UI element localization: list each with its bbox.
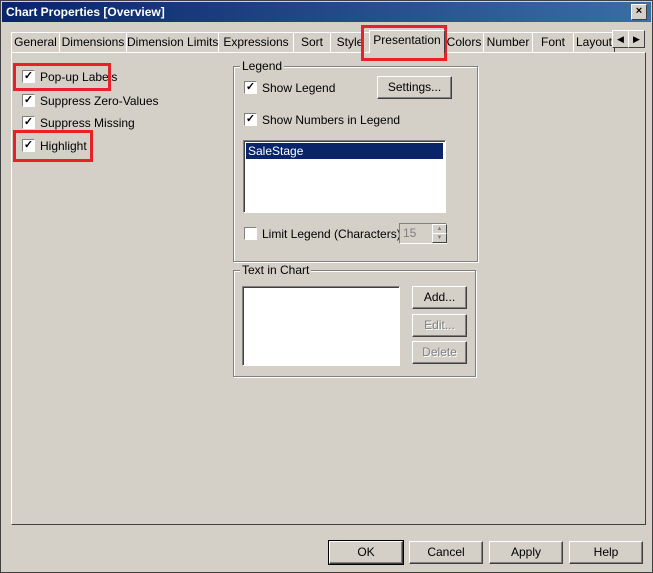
suppress-missing-checkbox[interactable]: ✓ [22, 116, 35, 130]
suppress-zero-values-checkbox[interactable]: ✓ [22, 94, 35, 108]
tab-dimension-limits[interactable]: Dimension Limits [126, 32, 219, 52]
stepper-down-icon[interactable]: ▼ [432, 233, 447, 243]
show-legend-option[interactable]: ✓ Show Legend [244, 80, 335, 96]
ok-button[interactable]: OK [328, 540, 404, 565]
tab-layout[interactable]: Layout [573, 32, 615, 52]
limit-legend-checkbox[interactable] [244, 227, 257, 241]
popup-labels-highlight [13, 63, 111, 91]
limit-legend-option[interactable]: Limit Legend (Characters) [244, 226, 401, 242]
tab-general[interactable]: General [11, 32, 60, 52]
show-numbers-in-legend-checkbox[interactable]: ✓ [244, 113, 257, 127]
text-in-chart-group-title: Text in Chart [240, 263, 312, 277]
highlight-option-highlight [13, 130, 93, 162]
text-in-chart-list[interactable] [242, 286, 400, 366]
show-legend-checkbox[interactable]: ✓ [244, 81, 257, 95]
suppress-missing-option[interactable]: ✓ Suppress Missing [22, 115, 135, 131]
help-button[interactable]: Help [569, 541, 643, 564]
tab-scroll-left-icon[interactable]: ◀ [612, 30, 629, 48]
limit-legend-value: 15 [403, 226, 417, 240]
tab-font[interactable]: Font [532, 32, 574, 52]
tab-expressions[interactable]: Expressions [218, 32, 294, 52]
limit-legend-label: Limit Legend (Characters) [262, 226, 401, 241]
tab-scroll-right-icon[interactable]: ▶ [628, 30, 645, 48]
delete-text-button[interactable]: Delete [412, 341, 467, 364]
tab-dimensions[interactable]: Dimensions [59, 32, 127, 52]
dialog-title: Chart Properties [Overview] [6, 5, 165, 19]
legend-list-item[interactable]: SaleStage [246, 143, 443, 159]
title-bar: Chart Properties [Overview] × [2, 2, 651, 22]
tab-strip: General Dimensions Dimension Limits Expr… [11, 30, 647, 53]
chart-properties-dialog: Chart Properties [Overview] × General Di… [0, 0, 653, 573]
show-numbers-in-legend-label: Show Numbers in Legend [262, 112, 401, 127]
tab-colors[interactable]: Colors [444, 32, 484, 52]
tab-sort[interactable]: Sort [293, 32, 331, 52]
edit-text-button[interactable]: Edit... [412, 314, 467, 337]
legend-settings-button[interactable]: Settings... [377, 76, 452, 99]
suppress-zero-values-option[interactable]: ✓ Suppress Zero-Values [22, 93, 159, 109]
close-icon[interactable]: × [631, 4, 647, 20]
suppress-zero-values-label: Suppress Zero-Values [40, 93, 159, 108]
tab-presentation[interactable]: Presentation [369, 30, 445, 53]
limit-legend-stepper[interactable]: 15 ▲ ▼ [399, 223, 447, 244]
apply-button[interactable]: Apply [489, 541, 563, 564]
tab-number[interactable]: Number [483, 32, 533, 52]
show-legend-label: Show Legend [262, 80, 336, 95]
legend-group-title: Legend [240, 59, 285, 73]
show-numbers-in-legend-option[interactable]: ✓ Show Numbers in Legend [244, 112, 400, 128]
legend-list[interactable]: SaleStage [243, 140, 446, 213]
cancel-button[interactable]: Cancel [409, 541, 483, 564]
suppress-missing-label: Suppress Missing [40, 115, 135, 130]
add-text-button[interactable]: Add... [412, 286, 467, 309]
